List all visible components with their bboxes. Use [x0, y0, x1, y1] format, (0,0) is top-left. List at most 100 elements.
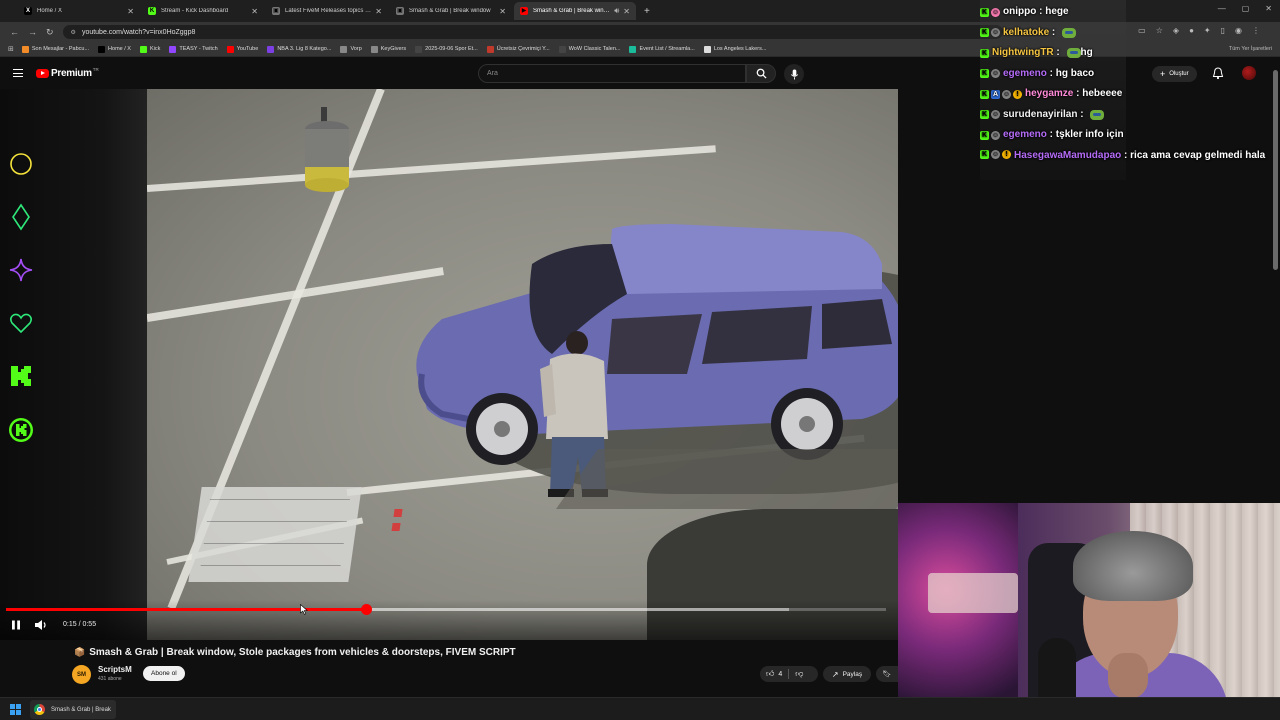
tab-title: Home / X	[37, 8, 63, 14]
chat-separator: :	[1046, 129, 1056, 140]
bookmark-item[interactable]: NBA 3. Lig 8 Katego...	[267, 45, 331, 53]
youtube-logo[interactable]: Premium TR	[36, 67, 99, 79]
search-icon	[756, 68, 767, 79]
chat-text: hg baco	[1055, 67, 1095, 79]
bookmark-item[interactable]: Vorp	[340, 45, 362, 53]
suv-car-image	[416, 224, 898, 465]
bookmark-favicon-icon	[629, 45, 637, 53]
chat-text: hg	[1080, 47, 1093, 58]
like-count[interactable]: 4	[778, 671, 782, 678]
new-tab-icon[interactable]: +	[644, 6, 650, 17]
tab-list: X Home / X ✕ K Stream - Kick Dashboard ✕ ▣ Late…	[18, 2, 638, 20]
packages-ui-overlay	[188, 487, 403, 582]
reload-icon[interactable]: ↻	[46, 27, 54, 38]
bookmark-favicon-icon	[98, 45, 106, 53]
close-tab-icon[interactable]: ✕	[499, 7, 506, 16]
page-scrollbar[interactable]	[1272, 62, 1280, 282]
chat-username[interactable]: HasegawaMamudapao	[1014, 150, 1121, 161]
bookmark-item[interactable]: YouTube	[226, 45, 258, 53]
chat-separator: :	[1121, 149, 1131, 161]
chat-message: K A ☺! heygamze : hebeeee	[980, 84, 1272, 105]
hamburger-menu-icon[interactable]	[13, 69, 23, 77]
bookmark-item[interactable]: Son Mesajlar - Pabcu...	[21, 45, 89, 53]
video-title: 📦 Smash & Grab | Break window, Stole pac…	[74, 647, 516, 658]
search-button[interactable]	[746, 64, 776, 83]
scrubber-handle[interactable]	[360, 604, 372, 615]
chat-username[interactable]: egemeno	[1003, 125, 1047, 146]
back-icon[interactable]: ←	[10, 27, 19, 37]
bookmark-item[interactable]: WoW Classic Talen...	[558, 45, 620, 53]
share-button[interactable]: ↗ Paylaş	[823, 666, 871, 682]
subscriber-badge-icon: A	[991, 89, 1000, 99]
browser-tab[interactable]: ▣ Latest FiveM Releases topics - Cfx ✕	[266, 2, 388, 20]
emote-badge-icon: ☺	[1002, 89, 1011, 99]
forward-icon[interactable]: →	[28, 27, 37, 37]
site-info-icon[interactable]: ⚙	[71, 29, 76, 36]
close-tab-icon[interactable]: ✕	[375, 7, 382, 16]
volume-icon[interactable]	[34, 619, 48, 631]
emote-badge-icon: ☺	[991, 150, 1000, 160]
dislike-icon[interactable]: 👎︎	[795, 669, 803, 679]
browser-tab[interactable]: ▣ Smash & Grab | Break window ✕	[390, 2, 512, 20]
like-dislike-group: 👍︎ 4 👎︎	[760, 666, 818, 682]
chat-username[interactable]: egemeno	[1003, 64, 1047, 85]
bookmark-item[interactable]: 2025-09-06 Spor Et...	[415, 45, 478, 53]
chat-username[interactable]: kelhatoke	[1003, 23, 1049, 44]
bookmark-label: Ücretsiz Çevrimiçi Y...	[496, 46, 550, 52]
browser-tab[interactable]: X Home / X ✕	[18, 2, 140, 20]
chat-username[interactable]: surudenayirilan	[1003, 105, 1077, 126]
chat-username[interactable]: onippo	[1003, 2, 1036, 23]
bookmark-item[interactable]: Home / X	[98, 45, 131, 53]
video-player[interactable]	[147, 89, 898, 640]
chat-username[interactable]: heygamze	[1025, 84, 1073, 105]
url-field[interactable]: ⚙ youtube.com/watch?v=inx0HoZggp8	[62, 25, 1003, 39]
bookmark-item[interactable]: KeyGivers	[370, 45, 407, 53]
tab-title: Smash & Grab | Break window	[533, 8, 611, 14]
sparkle-icon	[8, 257, 34, 283]
apps-grid-icon[interactable]: ⊞	[8, 45, 14, 53]
kick-badge-icon: K	[980, 89, 989, 99]
search-input[interactable]: Ara	[478, 64, 746, 83]
package-row	[200, 565, 341, 566]
like-icon[interactable]: 👍︎	[766, 669, 774, 679]
progress-bar[interactable]	[6, 604, 886, 615]
tab-audio-icon[interactable]: 🔊︎	[614, 6, 619, 16]
bookmark-favicon-icon	[370, 45, 378, 53]
chat-username[interactable]: NightwingTR	[992, 43, 1054, 64]
voice-search-button[interactable]	[784, 64, 804, 84]
bookmark-item[interactable]: Ücretsiz Çevrimiçi Y...	[486, 45, 550, 53]
video-metadata: 📦 Smash & Grab | Break window, Stole pac…	[0, 640, 898, 697]
bookmark-item[interactable]: Los Angeles Lakers...	[703, 45, 766, 53]
emote-badge-icon: ☺	[991, 110, 1000, 120]
tab-title: Smash & Grab | Break window	[409, 8, 491, 14]
emote-badge-icon: ☺	[991, 28, 1000, 38]
scrollbar-thumb[interactable]	[1273, 70, 1278, 270]
bookmark-item[interactable]: TEASY - Twitch	[169, 45, 218, 53]
pause-icon[interactable]	[10, 619, 22, 631]
taskbar-app-chrome[interactable]: Smash & Grab | Break	[30, 700, 116, 719]
page-icon: ▣	[396, 7, 404, 15]
subscribe-button[interactable]: Abone ol	[143, 666, 185, 681]
emote-badge-icon: ☺	[991, 69, 1000, 79]
stream-chat-overlay: K ☺ onippo : hege K ☺ kelhatoke : K NightwingT…	[980, 2, 1272, 164]
bookmark-favicon-icon	[340, 45, 348, 53]
close-tab-icon[interactable]: ✕	[623, 7, 630, 16]
channel-name[interactable]: ScriptsM	[98, 665, 132, 674]
player-controls: 0:15 / 0:55	[0, 600, 898, 640]
browser-tab[interactable]: ▶ Smash & Grab | Break window 🔊︎ ✕	[514, 2, 636, 20]
chat-separator: :	[1073, 88, 1083, 99]
bookmark-item[interactable]: Kick	[139, 45, 160, 53]
bookmark-label: KeyGivers	[380, 46, 407, 52]
bookmark-favicon-icon	[486, 45, 494, 53]
save-button[interactable]: 🔖︎	[876, 666, 898, 682]
chat-message: K ☺ egemeno : tşkler info için	[980, 125, 1272, 146]
windows-start-icon[interactable]	[10, 704, 21, 715]
browser-tab[interactable]: K Stream - Kick Dashboard ✕	[142, 2, 264, 20]
tab-title: Stream - Kick Dashboard	[161, 8, 229, 14]
close-tab-icon[interactable]: ✕	[127, 7, 134, 16]
webcam-overlay	[898, 503, 1280, 720]
close-tab-icon[interactable]: ✕	[251, 7, 258, 16]
bookmark-item[interactable]: Event List / Streamla...	[629, 45, 695, 53]
channel-avatar[interactable]: SM	[72, 665, 91, 684]
time-display: 0:15 / 0:55	[63, 621, 97, 628]
